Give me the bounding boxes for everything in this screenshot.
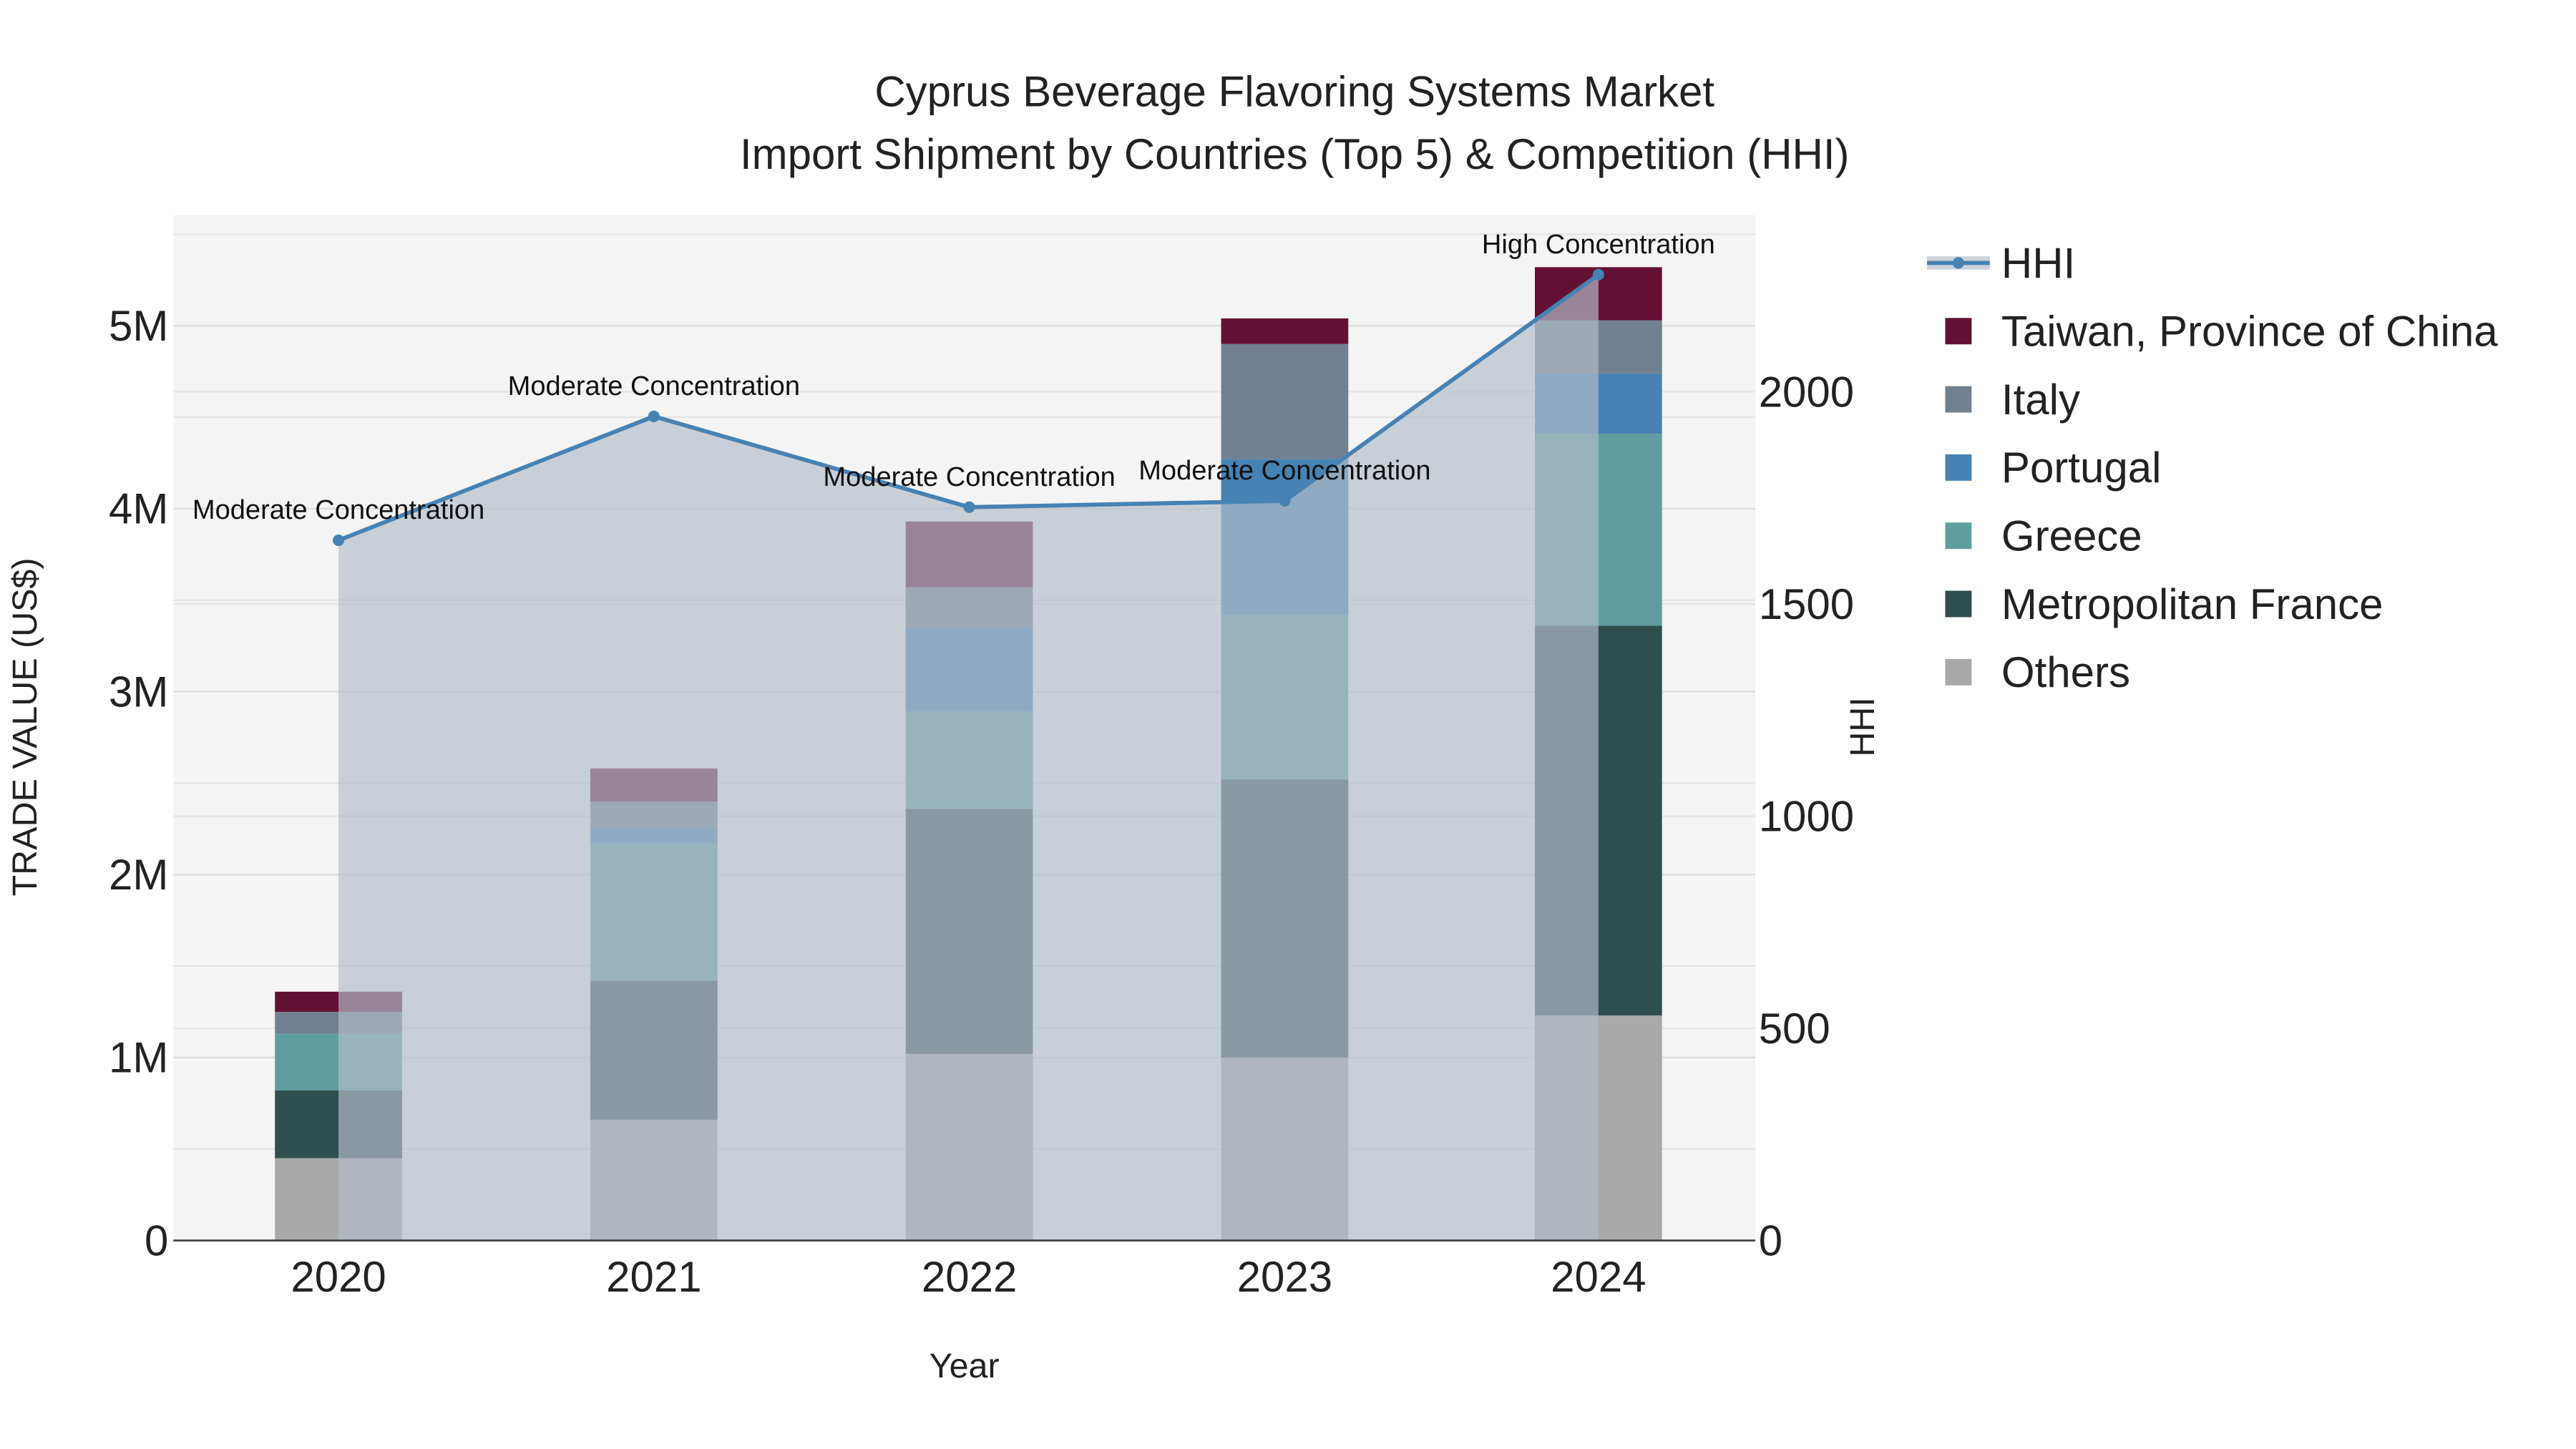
x-tick-label: 2024	[1551, 1253, 1646, 1301]
legend-item-taiwan-province-of-china[interactable]: Taiwan, Province of China	[1945, 308, 2498, 356]
x-tick-label: 2020	[291, 1253, 386, 1301]
x-tick-label: 2023	[1237, 1253, 1332, 1301]
y-tick-label: 3M	[109, 668, 168, 716]
legend-swatch	[1945, 522, 1972, 550]
legend-item-portugal[interactable]: Portugal	[1945, 444, 2161, 492]
legend-swatch-marker	[1952, 257, 1964, 269]
legend-swatch	[1945, 386, 1972, 413]
legend-label: Portugal	[2001, 444, 2161, 492]
hhi-point-2022	[963, 501, 975, 513]
hhi-point-2021	[648, 410, 660, 422]
y-tick-label: 1M	[109, 1034, 168, 1082]
legend-item-italy[interactable]: Italy	[1945, 376, 2080, 424]
legend: HHI Taiwan, Province of China Italy Portuga…	[1927, 239, 2498, 696]
y2-tick-label: 2000	[1759, 368, 1854, 416]
hhi-point-2024	[1592, 268, 1604, 280]
y2-tick-label: 500	[1759, 1005, 1830, 1053]
hhi-point-2020	[333, 535, 345, 547]
legend-item-hhi[interactable]: HHI	[1927, 239, 2075, 287]
legend-label: Metropolitan France	[2001, 580, 2384, 628]
legend-item-others[interactable]: Others	[1945, 648, 2130, 696]
x-tick-label: 2021	[606, 1253, 701, 1301]
y-tick-label: 0	[145, 1216, 168, 1264]
legend-label: Greece	[2001, 512, 2142, 560]
y2-axis-label: HHI	[1843, 697, 1882, 756]
chart-title: Cyprus Beverage Flavoring Systems Market	[874, 67, 1714, 115]
hhi-annotation-2020: Moderate Concentration	[192, 495, 484, 525]
legend-swatch	[1945, 658, 1972, 686]
legend-swatch	[1945, 454, 1972, 481]
hhi-annotation-2024: High Concentration	[1482, 230, 1715, 260]
hhi-point-2023	[1279, 494, 1291, 507]
y2-tick-label: 0	[1759, 1216, 1782, 1264]
bar-italy-2023	[1221, 343, 1349, 459]
y2-tick-label: 1500	[1759, 580, 1854, 628]
legend-label: Italy	[2001, 376, 2080, 424]
legend-swatch	[1945, 318, 1972, 345]
hhi-annotation-2021: Moderate Concentration	[508, 371, 800, 401]
chart-subtitle: Import Shipment by Countries (Top 5) & C…	[740, 130, 1850, 178]
legend-label: HHI	[2001, 239, 2075, 287]
y-axis-label: TRADE VALUE (US$)	[6, 557, 44, 896]
chart: Moderate Concentration Moderate Concentra…	[6, 67, 2498, 1385]
legend-item-greece[interactable]: Greece	[1945, 512, 2142, 560]
legend-item-metropolitan-france[interactable]: Metropolitan France	[1945, 580, 2384, 628]
legend-label: Others	[2001, 648, 2130, 696]
legend-label: Taiwan, Province of China	[2001, 308, 2498, 356]
y2-tick-label: 1000	[1759, 792, 1854, 840]
hhi-annotation-2022: Moderate Concentration	[823, 462, 1115, 492]
x-axis-label: Year	[930, 1347, 1000, 1385]
hhi-annotation-2023: Moderate Concentration	[1138, 456, 1430, 486]
y-tick-label: 2M	[109, 851, 168, 899]
y-tick-label: 4M	[109, 485, 168, 533]
y-tick-label: 5M	[109, 302, 168, 350]
bar-taiwan-province-of-china-2023	[1221, 318, 1349, 344]
legend-swatch	[1945, 590, 1972, 618]
x-tick-label: 2022	[922, 1253, 1017, 1301]
